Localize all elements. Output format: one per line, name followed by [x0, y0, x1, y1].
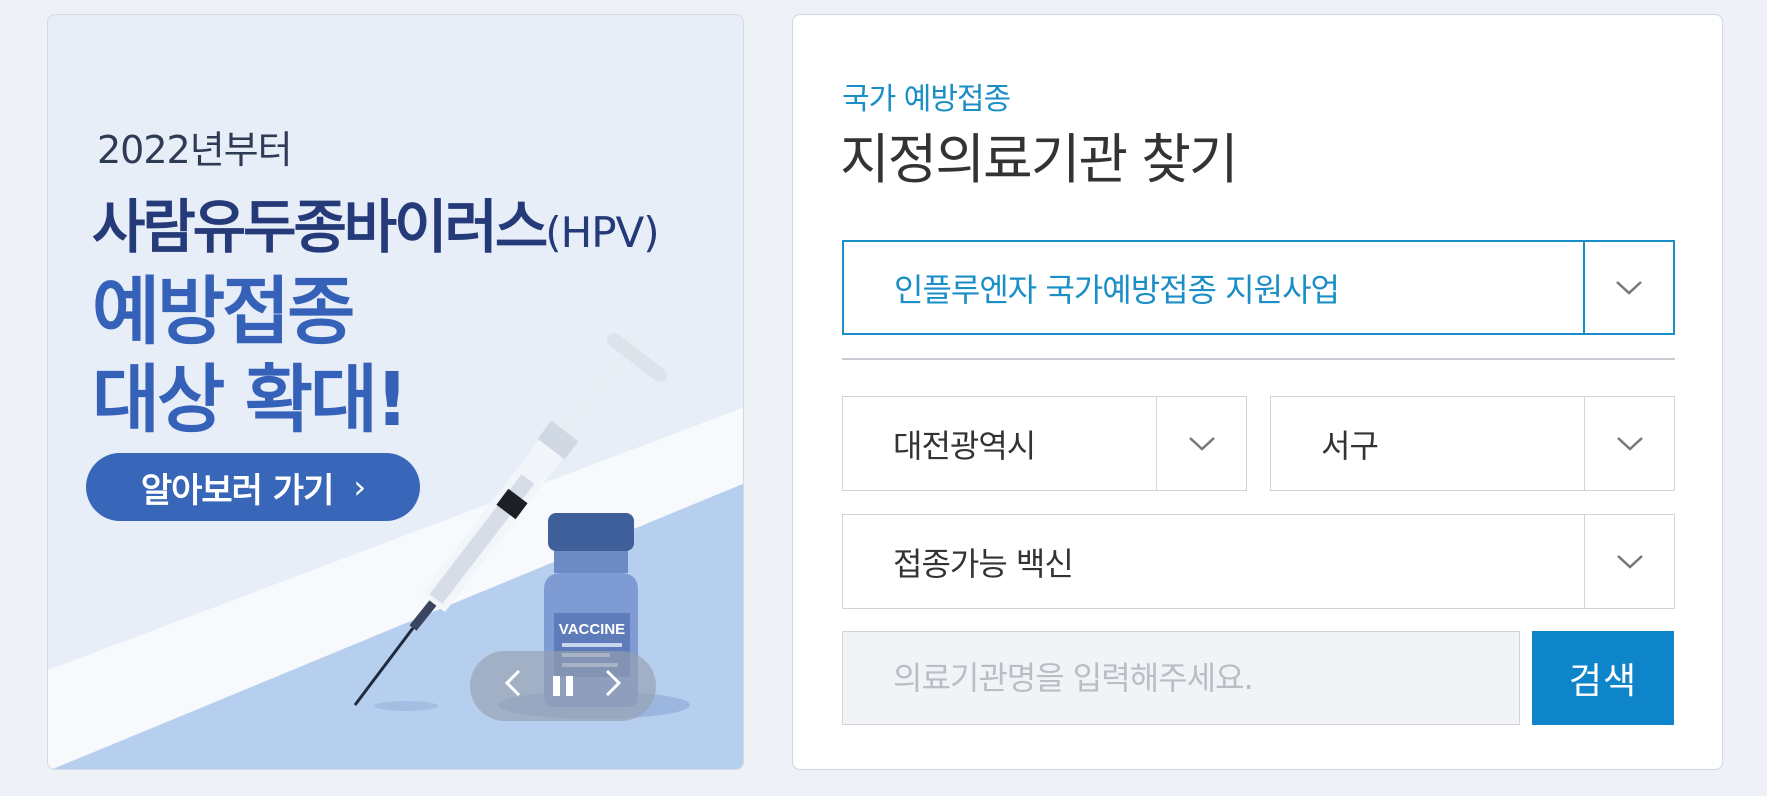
program-select-toggle[interactable] — [1583, 242, 1673, 333]
district-select[interactable]: 서구 — [1270, 396, 1675, 491]
chevron-down-icon — [1616, 280, 1642, 295]
banner-title-text: 사람유두종바이러스 — [92, 193, 548, 261]
vaccine-select-value: 접종가능 백신 — [893, 544, 1074, 583]
pause-icon — [552, 676, 560, 696]
vaccine-select-toggle[interactable] — [1584, 515, 1674, 608]
pause-icon-bar — [565, 676, 573, 696]
banner-headline: 2022년부터 사람유두종바이러스(HPV) 예방접종 대상 확대! — [92, 119, 660, 444]
district-select-value: 서구 — [1321, 426, 1379, 465]
city-select-value: 대전광역시 — [893, 426, 1036, 465]
vaccine-select[interactable]: 접종가능 백신 — [842, 514, 1675, 609]
learn-more-button[interactable]: 알아보러 가기 › — [86, 453, 420, 521]
chevron-down-icon — [1616, 554, 1643, 569]
chevron-right-icon — [606, 669, 622, 697]
learn-more-label: 알아보러 가기 — [140, 470, 335, 511]
chevron-right-icon: › — [353, 468, 366, 506]
pause-button[interactable] — [552, 676, 573, 696]
section-divider — [842, 358, 1675, 360]
program-select-value: 인플루엔자 국가예방접종 지원사업 — [894, 270, 1340, 309]
district-select-toggle[interactable] — [1584, 397, 1674, 490]
clinic-finder-panel: 국가 예방접종 지정의료기관 찾기 인플루엔자 국가예방접종 지원사업 대전광역… — [792, 14, 1723, 770]
chevron-down-icon — [1188, 436, 1215, 451]
city-select[interactable]: 대전광역시 — [842, 396, 1247, 491]
search-button[interactable]: 검색 — [1532, 631, 1674, 725]
panel-subtitle: 국가 예방접종 — [842, 82, 1011, 117]
banner-slider-controls — [470, 651, 656, 721]
vial-label: VACCINE — [559, 621, 625, 638]
panel-title: 지정의료기관 찾기 — [840, 128, 1239, 191]
next-slide-button[interactable] — [604, 669, 622, 703]
banner-title: 사람유두종바이러스(HPV) — [92, 180, 660, 264]
banner-year: 2022년부터 — [97, 128, 293, 172]
hpv-promo-banner[interactable]: VACCINE 2022년부터 사람유두종바이러스(HPV) 예방접종 대상 확… — [47, 14, 744, 770]
prev-slide-button[interactable] — [504, 669, 522, 703]
clinic-name-input[interactable] — [842, 631, 1520, 725]
chevron-down-icon — [1616, 436, 1643, 451]
city-select-toggle[interactable] — [1156, 397, 1246, 490]
banner-title-suffix: (HPV) — [545, 208, 659, 257]
banner-line-2: 대상 확대! — [92, 357, 409, 443]
chevron-left-icon — [504, 669, 520, 697]
program-select[interactable]: 인플루엔자 국가예방접종 지원사업 — [842, 240, 1675, 335]
banner-line-1: 예방접종 — [92, 269, 355, 355]
